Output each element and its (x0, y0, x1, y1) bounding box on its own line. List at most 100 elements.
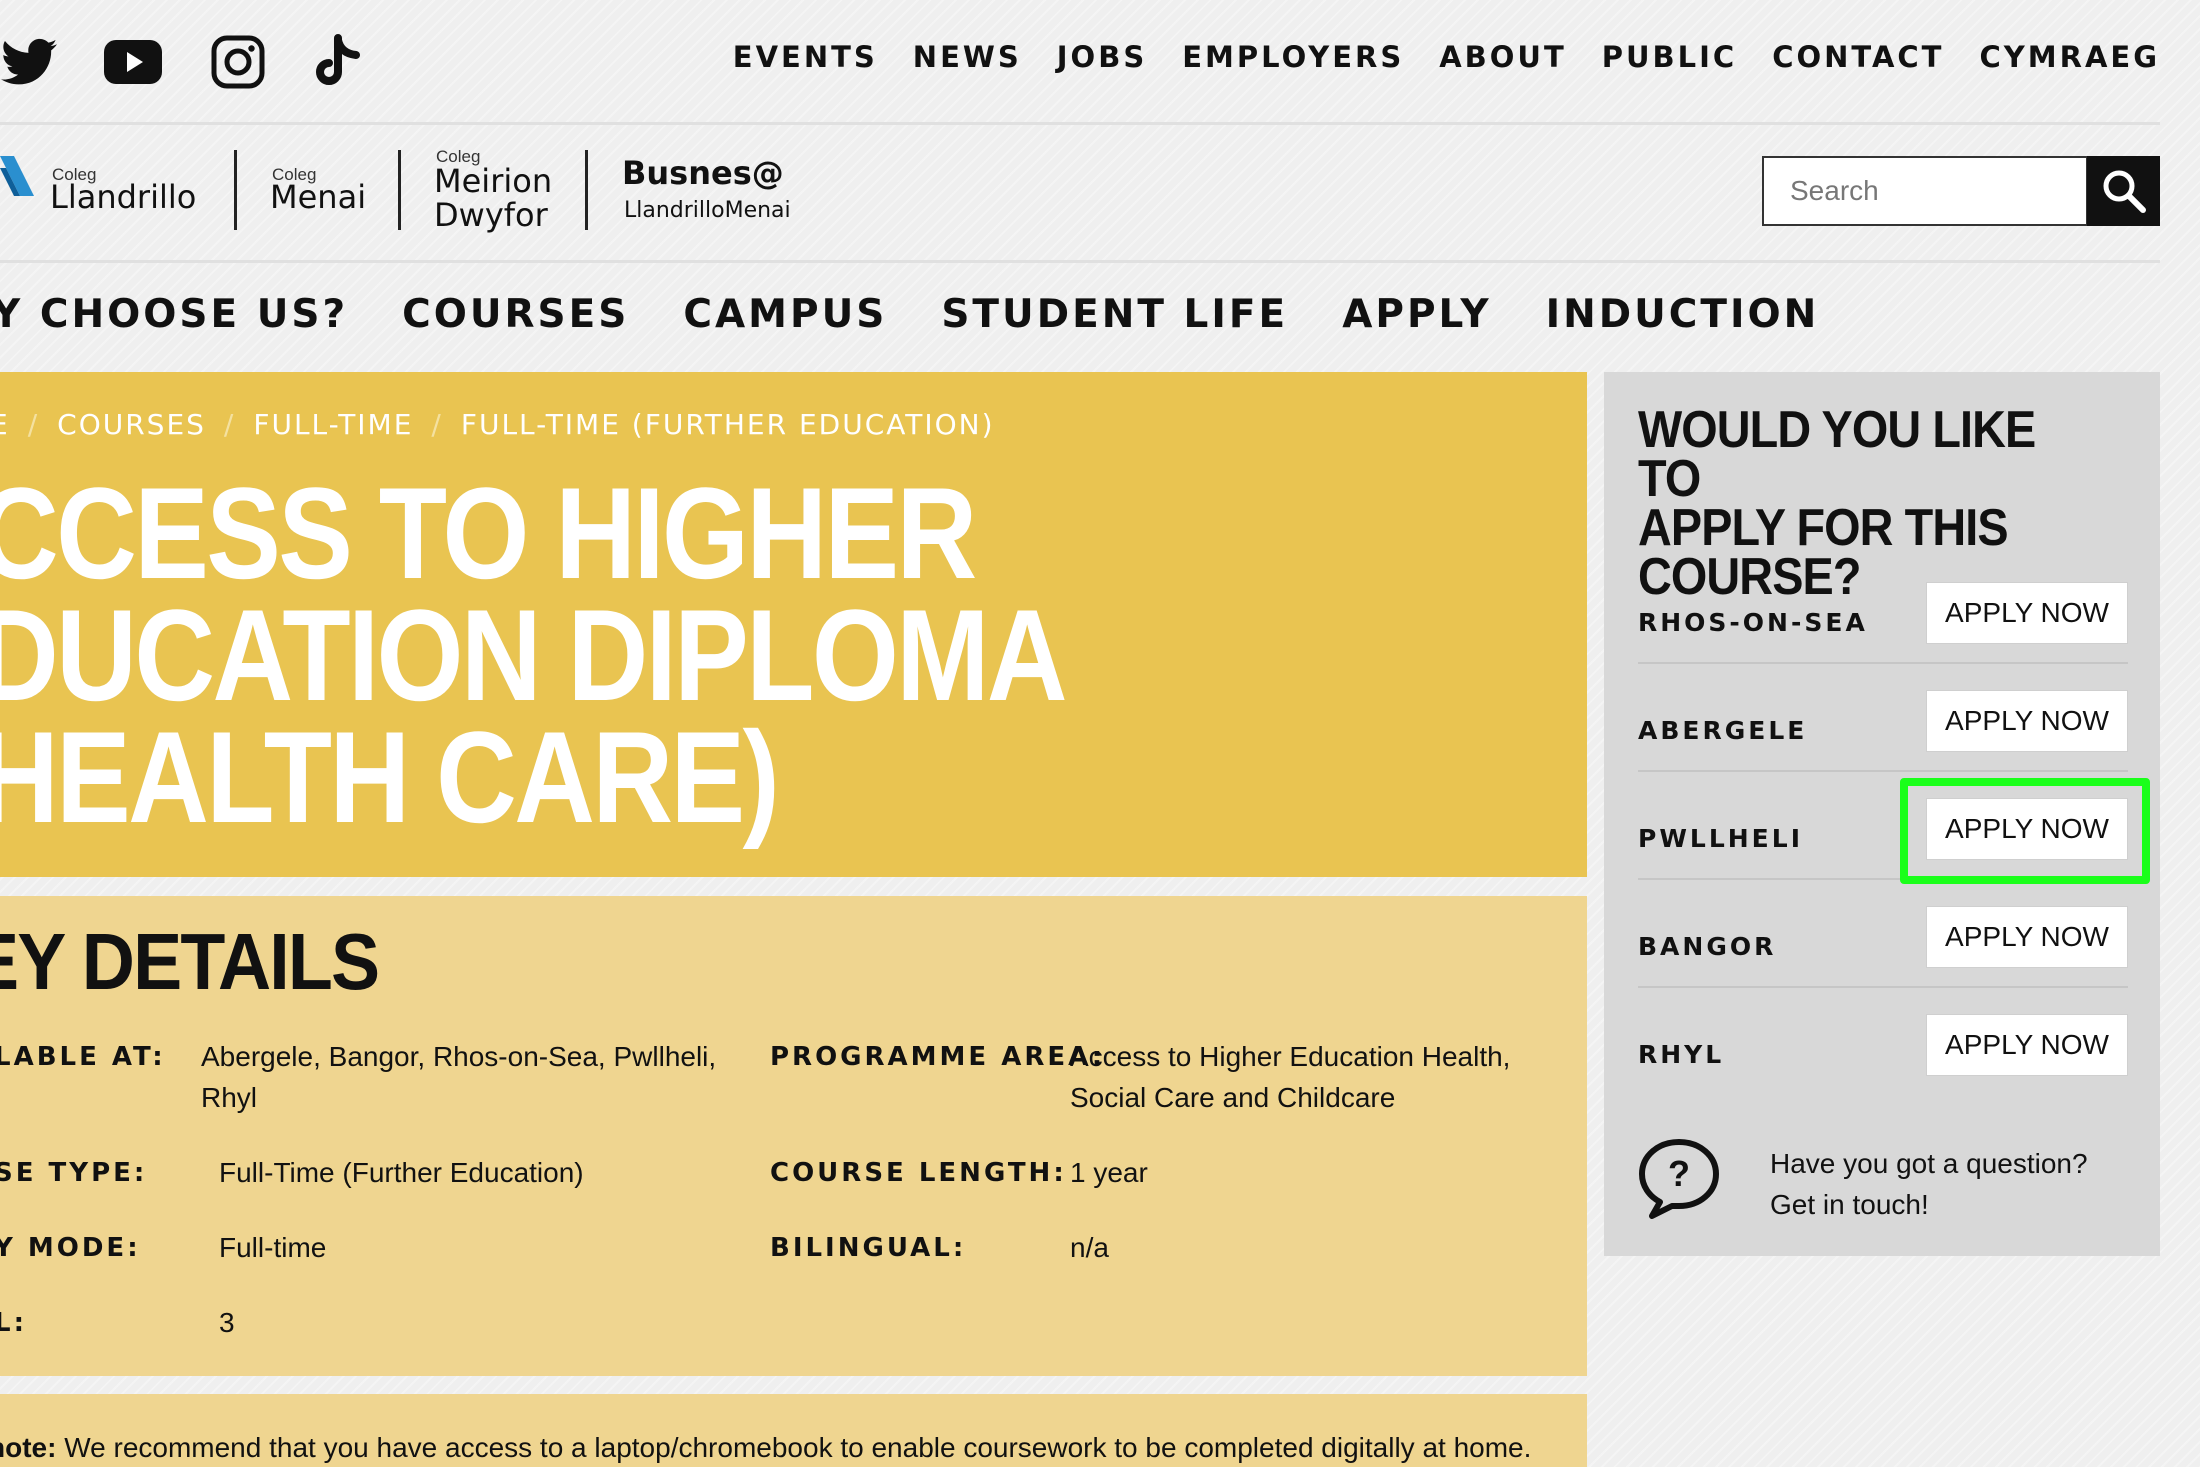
detail-label-available-at: LABLE AT: (0, 1042, 166, 1072)
topnav-public[interactable]: PUBLIC (1602, 40, 1737, 74)
campus-name: BANGOR (1638, 932, 1777, 961)
detail-value-course-length: 1 year (1070, 1157, 1148, 1188)
instagram-icon (211, 35, 265, 89)
sidebar-heading-line: WOULD YOU LIKE TO (1638, 401, 2036, 508)
course-hero: E / COURSES / FULL-TIME / FULL-TIME (FUR… (0, 372, 1587, 877)
question-line: Get in touch! (1770, 1189, 1929, 1220)
detail-label-programme-area: PROGRAMME AREA: (770, 1042, 1106, 1072)
topnav-events[interactable]: EVENTS (733, 40, 878, 74)
breadcrumb-courses[interactable]: COURSES (57, 408, 206, 441)
logo-llandrillo-name: Llandrillo (50, 178, 197, 216)
detail-value-bilingual: n/a (1070, 1232, 1109, 1263)
highlight-box (1900, 778, 2150, 884)
topnav-jobs[interactable]: JOBS (1057, 40, 1147, 74)
tiktok-icon (316, 34, 360, 85)
detail-label-bilingual: BILINGUAL: (770, 1233, 967, 1263)
detail-label-course-type: SE TYPE: (0, 1158, 148, 1188)
laptop-note: note: We recommend that you have access … (0, 1394, 1587, 1467)
detail-value-study-mode: Full-time (219, 1232, 327, 1263)
page-title-line: CCESS TO HIGHER (0, 460, 977, 606)
divider (1638, 986, 2128, 988)
mainnav-induction[interactable]: INDUCTION (1546, 292, 1820, 337)
top-nav: EVENTS NEWS JOBS EMPLOYERS ABOUT PUBLIC … (733, 40, 2160, 74)
apply-now-button-rhos-on-sea[interactable]: APPLY NOW (1926, 582, 2128, 644)
instagram-link[interactable] (208, 28, 268, 96)
breadcrumb-separator: / (27, 408, 40, 441)
breadcrumb-separator: / (223, 408, 236, 441)
youtube-link[interactable] (102, 28, 164, 96)
logo-meirion-line2: Dwyfor (434, 196, 548, 234)
key-details: EY DETAILS LABLE AT: Abergele, Bangor, R… (0, 896, 1587, 1376)
apply-now-button-bangor[interactable]: APPLY NOW (1926, 906, 2128, 968)
logo-busnes-name: Busnes@ (622, 154, 784, 192)
campus-row-rhos-on-sea: RHOS-ON-SEA APPLY NOW (1638, 572, 2128, 680)
breadcrumb-full-time[interactable]: FULL-TIME (253, 408, 413, 441)
search-field (1762, 156, 2088, 226)
divider (0, 260, 2160, 263)
campus-row-rhyl: RHYL APPLY NOW (1638, 1004, 2128, 1112)
apply-now-button-rhyl[interactable]: APPLY NOW (1926, 1014, 2128, 1076)
mainnav-why-choose-us[interactable]: Y CHOOSE US? (0, 292, 348, 337)
topnav-news[interactable]: NEWS (913, 40, 1022, 74)
logo-llandrillo[interactable]: Coleg Llandrillo (0, 150, 210, 230)
campus-row-abergele: ABERGELE APPLY NOW (1638, 680, 2128, 788)
question-line: Have you got a question? (1770, 1148, 2088, 1179)
get-in-touch-link[interactable]: Have you got a question? Get in touch! (1770, 1143, 2088, 1225)
youtube-icon (104, 40, 162, 84)
campus-name: PWLLHELI (1638, 824, 1803, 853)
breadcrumb: E / COURSES / FULL-TIME / FULL-TIME (FUR… (0, 408, 995, 441)
key-details-heading: EY DETAILS (0, 917, 380, 1006)
search-icon (2103, 170, 2146, 213)
note-text: note: We recommend that you have access … (0, 1432, 1531, 1464)
twitter-icon (1, 38, 57, 85)
topnav-contact[interactable]: CONTACT (1772, 40, 1944, 74)
apply-now-button-abergele[interactable]: APPLY NOW (1926, 690, 2128, 752)
divider (1638, 662, 2128, 664)
campus-name: RHOS-ON-SEA (1638, 608, 1868, 637)
campus-name: ABERGELE (1638, 716, 1808, 745)
search-button[interactable] (2087, 156, 2160, 226)
breadcrumb-further-education[interactable]: FULL-TIME (FURTHER EDUCATION) (461, 408, 995, 441)
main-nav: Y CHOOSE US? COURSES CAMPUS STUDENT LIFE… (0, 292, 1819, 337)
sidebar-heading-line: APPLY FOR THIS (1638, 499, 2009, 557)
topnav-cymraeg[interactable]: CYMRAEG (1979, 40, 2160, 74)
page-title-line: DUCATION DIPLOMA (0, 582, 1068, 728)
note-body: We recommend that you have access to a l… (56, 1432, 1532, 1463)
logo-meirion-line1: Meirion (434, 162, 553, 200)
mainnav-apply[interactable]: APPLY (1342, 292, 1491, 337)
logo-divider (398, 150, 401, 230)
twitter-link[interactable] (0, 28, 58, 96)
logo-meirion-dwyfor[interactable]: Coleg Meirion Dwyfor (434, 146, 564, 236)
note-label: note: (0, 1432, 57, 1463)
page-title-line: HEALTH CARE) (0, 704, 780, 850)
detail-value-course-type: Full-Time (Further Education) (219, 1157, 584, 1188)
topnav-about[interactable]: ABOUT (1439, 40, 1567, 74)
detail-label-level: L: (0, 1308, 27, 1338)
tiktok-link[interactable] (312, 28, 370, 96)
campus-name: RHYL (1638, 1040, 1725, 1069)
logo-menai-name: Menai (270, 178, 367, 216)
logo-menai[interactable]: Coleg Menai (270, 150, 380, 230)
logo-divider (585, 150, 588, 230)
detail-value-available-at: Abergele, Bangor, Rhos-on-Sea, Pwllheli,… (201, 1041, 717, 1113)
logo-busnes[interactable]: Busnes@ LlandrilloMenai (622, 150, 822, 230)
breadcrumb-separator: / (431, 408, 443, 441)
question-bubble-icon[interactable]: ? (1636, 1136, 1722, 1222)
search-input[interactable] (1764, 158, 2086, 224)
llandrillo-swoosh-icon (0, 156, 34, 196)
detail-label-study-mode: Y MODE: (0, 1233, 141, 1263)
mainnav-student-life[interactable]: STUDENT LIFE (941, 292, 1288, 337)
campus-row-bangor: BANGOR APPLY NOW (1638, 896, 2128, 1004)
divider (0, 122, 2160, 125)
page-title: CCESS TO HIGHER DUCATION DIPLOMA HEALTH … (0, 460, 1068, 850)
breadcrumb-home[interactable]: E (0, 408, 10, 441)
topnav-employers[interactable]: EMPLOYERS (1182, 40, 1404, 74)
logo-divider (234, 150, 237, 230)
divider (1638, 770, 2128, 772)
detail-value-level: 3 (219, 1307, 235, 1338)
logo-busnes-sub: LlandrilloMenai (624, 198, 791, 223)
mainnav-campus[interactable]: CAMPUS (683, 292, 887, 337)
detail-label-course-length: COURSE LENGTH: (770, 1158, 1067, 1188)
detail-value-programme-area: Access to Higher Education Health, Socia… (1070, 1041, 1511, 1113)
mainnav-courses[interactable]: COURSES (402, 292, 629, 337)
